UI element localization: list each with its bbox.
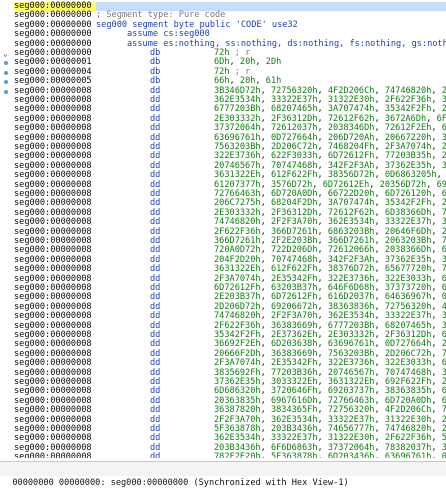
operand-separator: , xyxy=(255,57,266,68)
listing-line[interactable]: seg000:00000008 dd 782F2E20h, 5F363878h, 6… xyxy=(14,452,446,458)
collapse-arrow-icon[interactable]: ⌄ xyxy=(3,50,8,58)
operand-separator: , xyxy=(260,452,271,458)
operand-value: 63696761h xyxy=(384,452,432,458)
assume-directive: assume es:nothing, ss:nothing, ds:nothin… xyxy=(127,38,446,49)
operand-separator: , xyxy=(374,452,385,458)
operand-value: 0D727664h xyxy=(441,452,446,458)
line-address: seg000:00000008 xyxy=(14,452,92,458)
listing-gutter: ⌄ xyxy=(0,0,13,458)
operand-value: 782F2E20h xyxy=(214,452,261,458)
breakpoint-marker-icon[interactable] xyxy=(4,80,8,85)
breakpoint-marker-icon[interactable] xyxy=(4,70,8,75)
status-text: 00000000 00000000: seg000:00000000 (Sync… xyxy=(12,478,349,488)
segment-name: seg000 xyxy=(96,19,128,30)
operand-list: 782F2E20h, 5F363878h, 6D203436h, 6369676… xyxy=(214,452,446,458)
status-bar: 00000000 00000000: seg000:00000000 (Sync… xyxy=(0,461,446,488)
data-directive: dd xyxy=(150,452,161,458)
operand-separator: , xyxy=(431,452,442,458)
disassembly-listing[interactable]: ⌄ seg000:00000000 seg000:00000000; Segmen… xyxy=(0,0,446,458)
breakpoint-marker-icon[interactable] xyxy=(4,89,8,94)
operand-value: 6D203436h xyxy=(327,452,375,458)
breakpoint-marker-icon[interactable] xyxy=(4,61,8,66)
operand-value: 2Dh xyxy=(265,57,282,68)
operand-separator: , xyxy=(317,452,328,458)
operand-value: 5F363878h xyxy=(270,452,318,458)
